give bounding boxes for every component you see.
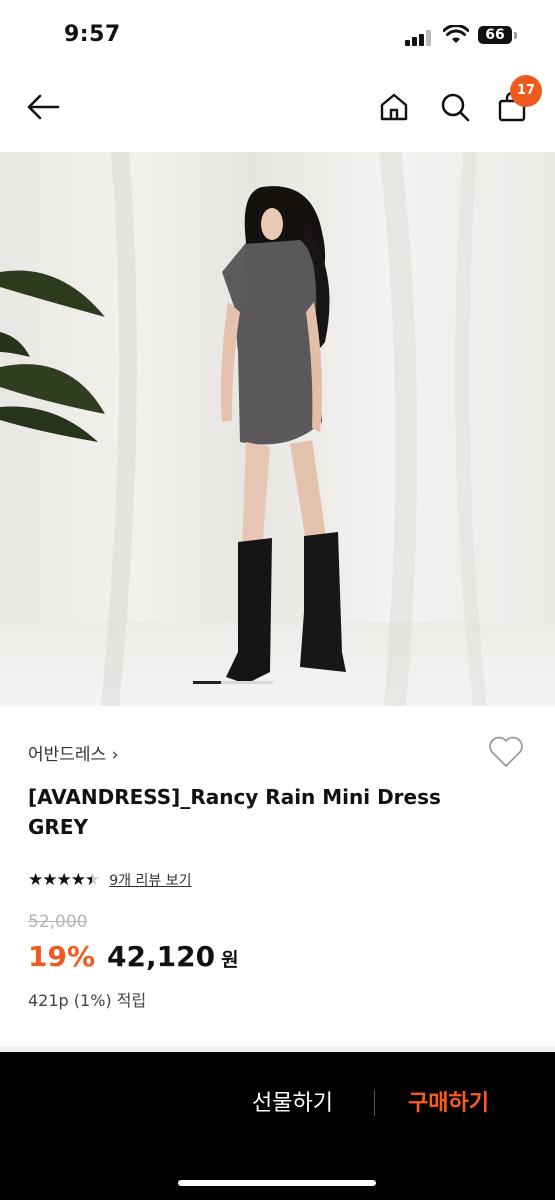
status-bar: 9:57 66 [0, 0, 555, 72]
discount-rate: 19% [28, 940, 96, 973]
product-photo-illustration [0, 152, 487, 706]
wifi-icon [443, 25, 469, 43]
sale-price: 42,120 [107, 940, 216, 973]
review-link[interactable]: 9개 리뷰 보기 [109, 870, 191, 890]
brand-link[interactable]: 어반드레스 › [28, 740, 118, 765]
image-page-indicator [193, 681, 273, 684]
image-page-indicator-fill [193, 681, 221, 684]
buy-button[interactable]: 구매하기 [408, 1085, 489, 1117]
home-indicator [178, 1180, 376, 1186]
gift-button[interactable]: 선물하기 [252, 1085, 333, 1117]
button-separator [374, 1090, 375, 1116]
original-price: 52,000 [28, 912, 88, 932]
currency-label: 원 [221, 949, 239, 971]
signal-icon [405, 30, 435, 46]
bottom-action-bar [0, 1052, 555, 1200]
back-arrow-icon[interactable] [26, 94, 60, 120]
top-nav [0, 72, 555, 150]
home-icon[interactable] [379, 92, 409, 122]
heart-icon[interactable] [488, 736, 524, 768]
cart-count-badge: 17 [510, 75, 542, 107]
battery-icon: 66 [478, 26, 512, 44]
product-image[interactable] [0, 152, 555, 706]
search-icon[interactable] [440, 92, 470, 122]
product-title: [AVANDRESS]_Rancy Rain Mini Dress GREY [28, 785, 441, 839]
status-time: 9:57 [64, 22, 121, 47]
price-row: 19% 42,120 원 [28, 940, 239, 973]
reward-points: 421p (1%) 적립 [28, 991, 147, 1010]
battery-tip [514, 32, 517, 39]
rating-stars: ★★★★★ [28, 870, 100, 890]
rating-row: ★★★★★ 9개 리뷰 보기 [28, 870, 191, 890]
